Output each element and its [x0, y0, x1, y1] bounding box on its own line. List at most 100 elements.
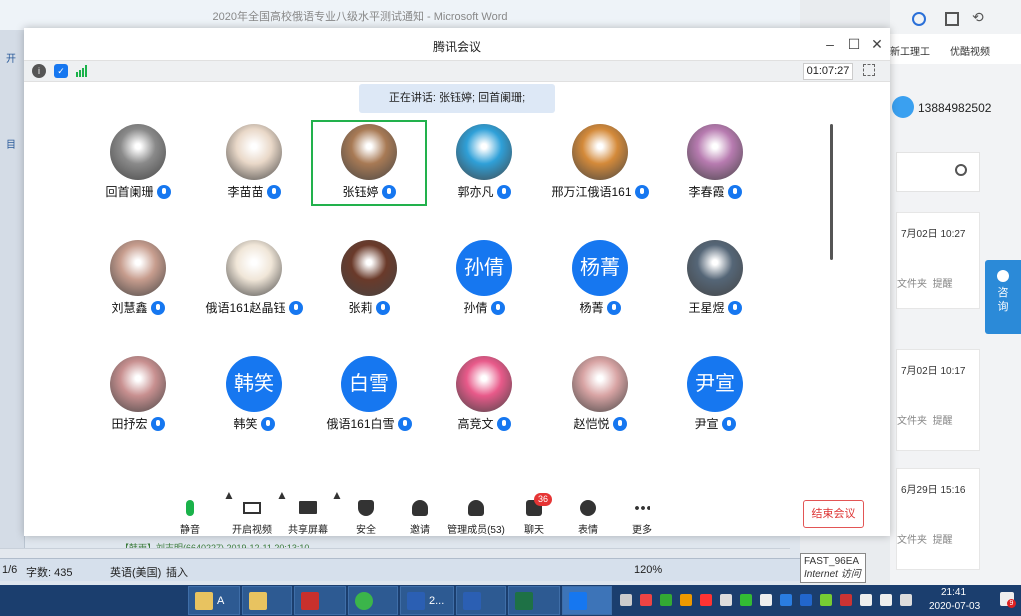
clock-time[interactable]: 21:41: [941, 587, 966, 598]
avatar: [110, 240, 166, 296]
status-zoom[interactable]: 120%: [634, 564, 662, 576]
list-item[interactable]: 7月02日 10:17 文件夹 提醒: [896, 349, 980, 451]
participant-tile[interactable]: 孙倩 孙倩: [426, 236, 542, 322]
reactions-button[interactable]: 表情: [558, 488, 618, 536]
participant-name-line: 杨菁: [542, 299, 658, 316]
end-meeting-button[interactable]: 结束会议: [803, 500, 864, 528]
shield-icon[interactable]: ✓: [54, 64, 68, 78]
tray-app-icon[interactable]: [660, 594, 672, 606]
participant-tile[interactable]: 白雪 俄语161白雪: [311, 352, 427, 438]
taskbar-word-doc-2[interactable]: [456, 586, 506, 615]
grid-scrollbar[interactable]: [830, 124, 833, 260]
tray-app-icon[interactable]: [680, 594, 692, 606]
info-icon[interactable]: i: [32, 64, 46, 78]
browser-icon: [355, 592, 373, 610]
manage-label: 管理成员(53): [447, 525, 505, 536]
taskbar-tencent-meeting[interactable]: [562, 586, 612, 615]
word-tab-glyph-2[interactable]: 目: [6, 136, 16, 151]
fullscreen-icon[interactable]: [863, 64, 875, 76]
taskbar-app[interactable]: [294, 586, 346, 615]
clock-date[interactable]: 2020-07-03: [929, 601, 980, 612]
mic-icon: [375, 301, 390, 315]
minimize-button[interactable]: –: [820, 34, 840, 54]
participant-tile[interactable]: 李春霞: [657, 120, 773, 206]
participant-name-line: 高竞文: [426, 415, 542, 432]
avatar: 孙倩: [456, 240, 512, 296]
item-date: 6月29日 15:16: [901, 485, 966, 496]
more-button[interactable]: 更多: [612, 488, 672, 536]
tray-app-icon[interactable]: [820, 594, 832, 606]
participant-name: 刘慧鑫: [111, 301, 148, 315]
participant-tile[interactable]: 赵恺悦: [542, 352, 658, 438]
bluetooth-icon[interactable]: [800, 594, 812, 606]
signal-icon[interactable]: [76, 65, 88, 77]
participant-tile[interactable]: 邢万江俄语161: [542, 120, 658, 206]
search-box[interactable]: [896, 152, 980, 192]
close-button[interactable]: ✕: [867, 34, 887, 54]
tray-app-icon[interactable]: [720, 594, 732, 606]
undo-icon[interactable]: ⟲: [972, 9, 984, 26]
volume-icon[interactable]: [860, 594, 872, 606]
participant-tile[interactable]: 王星煜: [657, 236, 773, 322]
manage-members-button[interactable]: 管理成员(53): [446, 488, 506, 536]
more-label: 更多: [632, 525, 652, 536]
notification-center-icon[interactable]: 9: [1000, 592, 1016, 608]
list-item[interactable]: 6月29日 15:16 文件夹 提醒: [896, 468, 980, 570]
word-tab-glyph[interactable]: 开: [6, 50, 16, 65]
invite-button[interactable]: 邀请: [390, 488, 450, 536]
participant-tile[interactable]: 田抒宏: [80, 352, 196, 438]
status-insert[interactable]: 插入: [166, 564, 188, 580]
participant-tile[interactable]: 张莉: [311, 236, 427, 322]
taskbar-folder[interactable]: [242, 586, 292, 615]
tray-app-icon[interactable]: [700, 594, 712, 606]
participant-name: 李春霞: [688, 185, 725, 199]
tray-app-icon[interactable]: [780, 594, 792, 606]
participant-tile[interactable]: 李苗苗: [196, 120, 312, 206]
account-pill[interactable]: 13884982502: [892, 94, 1012, 120]
participant-tile[interactable]: 刘慧鑫: [80, 236, 196, 322]
share-screen-button[interactable]: 共享屏幕: [278, 488, 338, 536]
bookmark-item[interactable]: 优酷视频: [950, 43, 990, 58]
item-actions: 文件夹 提醒: [897, 416, 953, 427]
mute-button[interactable]: 静音: [160, 488, 220, 536]
participant-tile[interactable]: 郭亦凡: [426, 120, 542, 206]
taskbar-excel[interactable]: [508, 586, 560, 615]
taskbar-word-doc[interactable]: 2...: [400, 586, 454, 615]
tray-app-icon[interactable]: [760, 594, 772, 606]
participant-tile[interactable]: 尹宣 尹宣: [657, 352, 773, 438]
participant-name-line: 尹宣: [657, 415, 773, 432]
taskbar-label: 2...: [429, 595, 445, 607]
consult-button[interactable]: 咨询: [985, 260, 1021, 334]
participant-tile[interactable]: 韩笑 韩笑: [196, 352, 312, 438]
participant-tile[interactable]: 高竞文: [426, 352, 542, 438]
participant-tile[interactable]: 俄语161赵晶钰: [196, 236, 312, 322]
taskbar-folder-a[interactable]: A: [188, 586, 240, 615]
participant-tile[interactable]: 回首阑珊: [80, 120, 196, 206]
search-icon[interactable]: [912, 12, 926, 26]
status-language[interactable]: 英语(美国): [110, 564, 161, 580]
meeting-titlebar: 腾讯会议 – ☐ ✕: [24, 28, 890, 60]
maximize-button[interactable]: ☐: [844, 34, 864, 54]
battery-icon[interactable]: [900, 594, 912, 606]
participant-tile[interactable]: 张钰婷: [311, 120, 427, 206]
bookmark-item[interactable]: 新工理工: [890, 43, 930, 58]
chat-button[interactable]: 36 聊天: [504, 488, 564, 536]
participant-name: 李苗苗: [227, 185, 264, 199]
grid-icon[interactable]: [945, 12, 959, 26]
phone-number: 13884982502: [918, 101, 992, 115]
participant-tile[interactable]: 杨菁 杨菁: [542, 236, 658, 322]
search-icon[interactable]: [955, 164, 967, 176]
mic-icon: [381, 185, 396, 199]
consult-label: 咨询: [997, 287, 1009, 313]
security-button[interactable]: 安全: [336, 488, 396, 536]
video-button[interactable]: 开启视频: [222, 488, 282, 536]
tray-app-icon[interactable]: [840, 594, 852, 606]
participant-name-line: 刘慧鑫: [80, 299, 196, 316]
network-icon[interactable]: [880, 594, 892, 606]
list-item[interactable]: 7月02日 10:27 文件夹 提醒: [896, 212, 980, 309]
tray-app-icon[interactable]: [640, 594, 652, 606]
taskbar-browser[interactable]: [348, 586, 398, 615]
language-icon[interactable]: [620, 594, 632, 606]
tray-app-icon[interactable]: [740, 594, 752, 606]
participant-name: 郭亦凡: [457, 185, 494, 199]
